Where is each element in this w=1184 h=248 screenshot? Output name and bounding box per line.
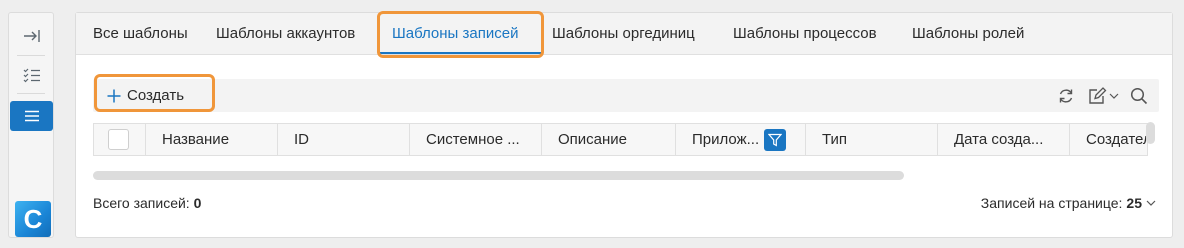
horizontal-scrollbar[interactable]: [93, 171, 904, 180]
highlight-frame-tab: [377, 11, 544, 58]
column-header-creator[interactable]: Создател: [1070, 124, 1147, 155]
column-header-application[interactable]: Прилож...: [676, 124, 806, 155]
total-records-label: Всего записей:: [93, 195, 190, 211]
page-size-selector[interactable]: Записей на странице: 25: [981, 195, 1156, 211]
column-header-id[interactable]: ID: [278, 124, 410, 155]
tasks-button[interactable]: [11, 60, 53, 90]
search-button[interactable]: [1127, 84, 1151, 108]
expand-sidebar-button[interactable]: [11, 21, 53, 51]
search-icon: [1130, 87, 1148, 105]
app-logo[interactable]: C: [15, 201, 51, 237]
column-header-name[interactable]: Название: [146, 124, 278, 155]
menu-button[interactable]: [10, 101, 53, 131]
column-header-description[interactable]: Описание: [542, 124, 676, 155]
tab-account-templates[interactable]: Шаблоны аккаунтов: [216, 13, 355, 55]
page-size-value: 25: [1126, 195, 1142, 211]
tab-all-templates[interactable]: Все шаблоны: [93, 13, 188, 55]
edit-icon: [1088, 87, 1106, 104]
total-records: Всего записей: 0: [93, 195, 201, 211]
rail-divider: [17, 55, 45, 56]
select-all-cell: [94, 124, 146, 155]
main-panel: Все шаблоны Шаблоны аккаунтов Шаблоны за…: [75, 12, 1173, 238]
total-records-value: 0: [193, 195, 202, 211]
column-filter-button[interactable]: [764, 129, 786, 151]
tab-process-templates[interactable]: Шаблоны процессов: [733, 13, 877, 55]
column-header-system-name[interactable]: Системное ...: [410, 124, 542, 155]
edit-dropdown-button[interactable]: [1086, 84, 1120, 108]
column-header-created-date[interactable]: Дата созда...: [938, 124, 1070, 155]
left-rail: C: [8, 12, 54, 238]
column-header-application-label: Прилож...: [692, 131, 760, 148]
chevron-down-icon: [1109, 93, 1118, 99]
tab-role-templates[interactable]: Шаблоны ролей: [912, 13, 1024, 55]
menu-icon: [24, 110, 39, 122]
refresh-button[interactable]: [1054, 84, 1078, 108]
vertical-scrollbar[interactable]: [1146, 122, 1155, 144]
tab-bar: Все шаблоны Шаблоны аккаунтов Шаблоны за…: [76, 13, 1172, 55]
checklist-icon: [23, 68, 40, 83]
expand-icon: [24, 30, 40, 42]
select-all-checkbox[interactable]: [108, 129, 129, 150]
tab-orgunit-templates[interactable]: Шаблоны оргединиц: [552, 13, 695, 55]
chevron-down-icon: [1146, 200, 1156, 206]
page-size-label: Записей на странице:: [980, 195, 1123, 211]
toolbar: Создать: [93, 79, 1159, 112]
filter-icon: [768, 133, 782, 147]
refresh-icon: [1059, 89, 1073, 103]
highlight-frame-create: [94, 74, 215, 112]
data-grid: Название ID Системное ... Описание Прило…: [93, 123, 1148, 156]
rail-divider: [17, 93, 45, 94]
column-header-type[interactable]: Тип: [806, 124, 938, 155]
